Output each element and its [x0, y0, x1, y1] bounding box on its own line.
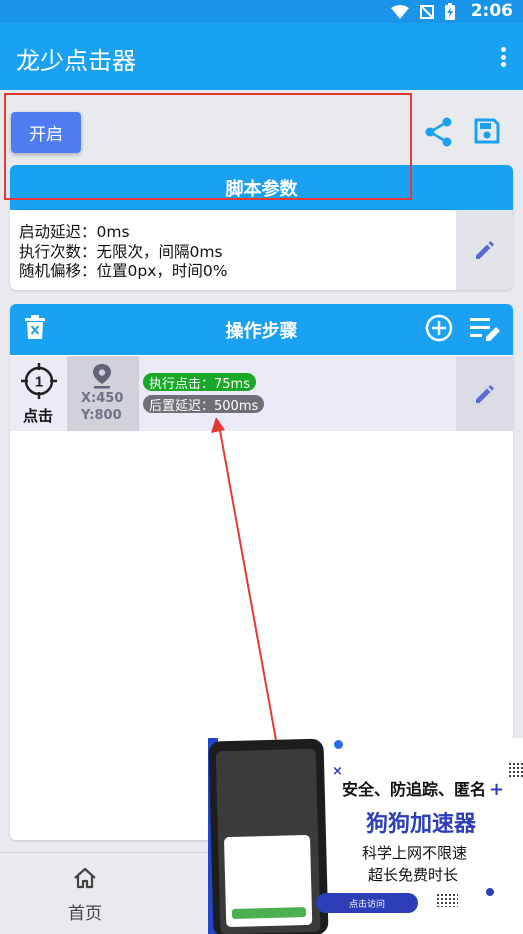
pencil-icon: [475, 384, 494, 403]
steps-title: 操作步骤: [225, 320, 298, 342]
no-signal-icon: [420, 4, 434, 19]
step-x-coord: X:450: [81, 391, 124, 406]
script-params-card: 脚本参数 启动延迟：0ms 执行次数：无限次，间隔0ms 随机偏移：位置0px，…: [10, 165, 513, 290]
advertisement[interactable]: 安全、防追踪、匿名 狗狗加速器 科学上网不限速 超长免费时长 点击访问 + ×: [208, 738, 523, 934]
nav-home[interactable]: 首页: [60, 867, 110, 924]
start-delay-text: 启动延迟：0ms: [19, 223, 130, 241]
ad-feature-2: 超长免费时长: [368, 866, 459, 884]
save-icon[interactable]: [474, 118, 500, 144]
start-button[interactable]: 开启: [11, 112, 81, 153]
step-y-coord: Y:800: [81, 408, 122, 423]
battery-charging-icon: [445, 3, 455, 20]
steps-header: 操作步骤: [10, 304, 513, 355]
exec-click-badge: 执行点击：75ms: [143, 373, 256, 392]
ad-brand: 狗狗加速器: [366, 812, 477, 837]
pencil-icon: [475, 241, 494, 259]
script-params-title: 脚本参数: [225, 178, 298, 200]
add-step-icon[interactable]: [425, 314, 453, 342]
ad-slogan: 安全、防追踪、匿名: [342, 780, 487, 799]
edit-list-icon[interactable]: [470, 316, 502, 342]
app-title: 龙少点击器: [16, 47, 136, 75]
wifi-icon: [391, 4, 409, 19]
share-icon[interactable]: [425, 117, 453, 147]
nav-home-label: 首页: [68, 904, 102, 924]
clock: 2:06: [470, 1, 513, 21]
ad-feature-1: 科学上网不限速: [362, 844, 468, 862]
location-pin-icon: [93, 364, 111, 389]
script-params-header: 脚本参数: [10, 165, 513, 210]
random-offset-text: 随机偏移：位置0px，时间0%: [19, 262, 228, 280]
ad-cta-button[interactable]: 点击访问: [316, 893, 418, 913]
step-position-cell: X:450 Y:800: [67, 356, 139, 431]
execution-count-text: 执行次数：无限次，间隔0ms: [19, 242, 223, 261]
script-params-body: 启动延迟：0ms 执行次数：无限次，间隔0ms 随机偏移：位置0px，时间0%: [10, 210, 513, 290]
delete-all-icon[interactable]: [24, 315, 46, 339]
status-bar: 2:06: [0, 0, 523, 23]
app-bar: 龙少点击器: [0, 23, 523, 90]
step-type-cell: 1 点击: [10, 356, 67, 431]
step-type-label: 点击: [23, 407, 54, 425]
step-index: 1: [35, 374, 43, 391]
crosshair-icon: 1: [21, 363, 57, 399]
ad-phone-image: [208, 738, 329, 934]
more-menu-icon[interactable]: [497, 43, 509, 71]
home-icon: [74, 867, 96, 889]
status-icons: [391, 3, 455, 20]
edit-step-button[interactable]: [456, 356, 513, 431]
post-delay-badge: 后置延迟：500ms: [143, 395, 265, 414]
step-row[interactable]: 1 点击 X:450 Y:800 执行点击：75ms 后置延迟：500ms: [10, 356, 513, 431]
edit-params-button[interactable]: [456, 210, 513, 290]
script-params-text: 启动延迟：0ms 执行次数：无限次，间隔0ms 随机偏移：位置0px，时间0%: [19, 223, 227, 282]
